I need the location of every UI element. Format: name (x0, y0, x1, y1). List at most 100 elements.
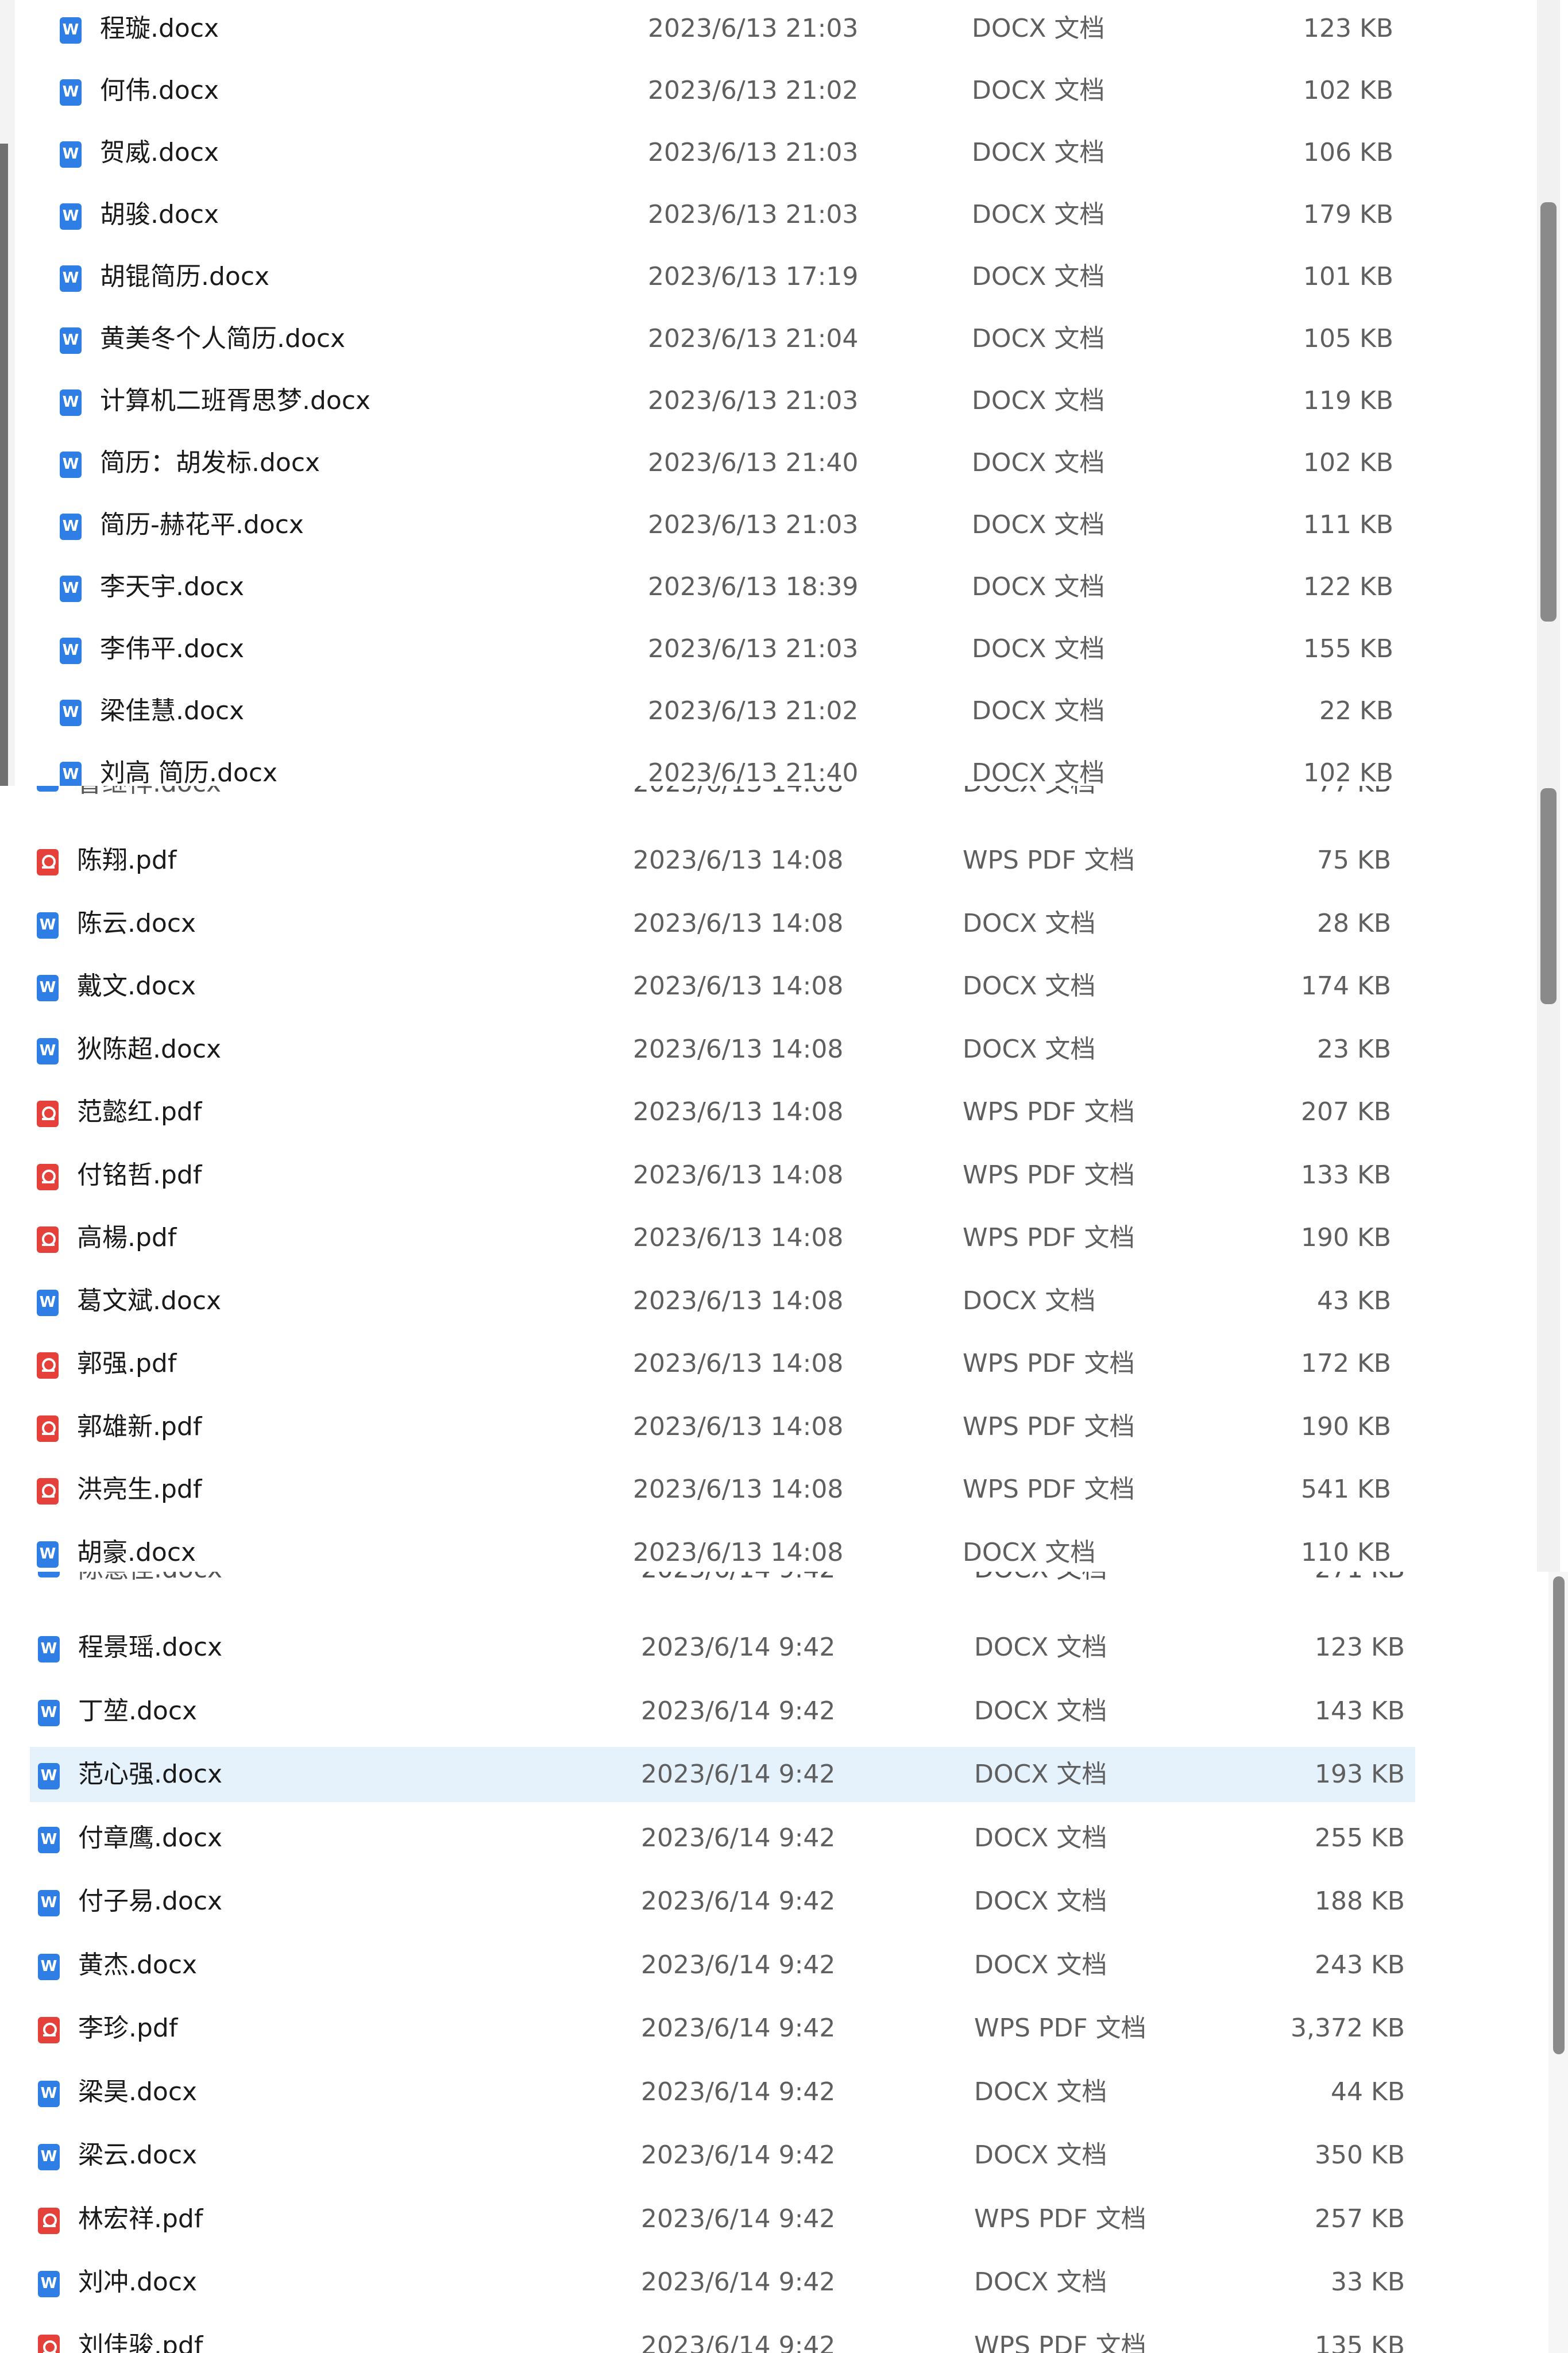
file-name[interactable]: 梁昊.docx (78, 2063, 197, 2121)
docx-icon (60, 265, 82, 292)
file-size: 135 KB (1314, 2331, 1405, 2353)
file-name[interactable]: 郭强.pdf (77, 1335, 176, 1392)
file-row[interactable]: 何伟.docx 2023/6/13 21:02 DOCX 文档 102 KB (0, 62, 1568, 119)
file-date: 2023/6/14 9:42 (641, 2013, 836, 2043)
file-row[interactable]: 梁云.docx 2023/6/14 9:42 DOCX 文档 350 KB (0, 2127, 1568, 2184)
file-name[interactable]: 简历-赫花平.docx (100, 496, 304, 554)
file-row[interactable]: 付铭哲.pdf 2023/6/13 14:08 WPS PDF 文档 133 KB (0, 1147, 1568, 1204)
file-row[interactable]: 范懿红.pdf 2023/6/13 14:08 WPS PDF 文档 207 KB (0, 1083, 1568, 1141)
file-name[interactable]: 狄陈超.docx (77, 1021, 221, 1078)
file-name[interactable]: 梁云.docx (78, 2127, 197, 2184)
file-name[interactable]: 李珍.pdf (78, 2000, 177, 2057)
file-name[interactable]: 刘高 简历.docx (100, 745, 277, 786)
file-name[interactable]: 黄美冬个人简历.docx (100, 310, 345, 368)
file-name[interactable]: 梁佳慧.docx (100, 682, 244, 740)
file-row[interactable]: 胡豪.docx 2023/6/13 14:08 DOCX 文档 110 KB (0, 1524, 1568, 1572)
file-name[interactable]: 付章鹰.docx (78, 1810, 222, 1867)
file-name[interactable]: 陈翔.pdf (77, 832, 176, 889)
file-row[interactable]: 丁堃.docx 2023/6/14 9:42 DOCX 文档 143 KB (0, 1683, 1568, 1740)
file-name[interactable]: 黄杰.docx (78, 1937, 197, 1994)
docx-icon (37, 1541, 59, 1568)
file-name[interactable]: 林宏祥.pdf (78, 2190, 203, 2248)
file-name[interactable]: 何伟.docx (100, 62, 219, 119)
file-row[interactable]: 李珍.pdf 2023/6/14 9:42 WPS PDF 文档 3,372 KB (0, 2000, 1568, 2057)
docx-icon (38, 1699, 60, 1726)
docx-icon (60, 762, 82, 786)
file-row[interactable]: 高楊.pdf 2023/6/13 14:08 WPS PDF 文档 190 KB (0, 1209, 1568, 1267)
file-row[interactable]: 简历：胡发标.docx 2023/6/13 21:40 DOCX 文档 102 KB (0, 434, 1568, 492)
file-name[interactable]: 戴文.docx (77, 958, 196, 1015)
file-type: DOCX 文档 (974, 1572, 1107, 1587)
file-row[interactable]: 梁佳慧.docx 2023/6/13 21:02 DOCX 文档 22 KB (0, 682, 1568, 740)
file-size: 271 KB (1206, 1572, 1405, 1587)
docx-icon (60, 79, 82, 106)
file-name[interactable]: 范心强.docx (78, 1746, 222, 1803)
file-date: 2023/6/13 21:03 (648, 138, 859, 167)
file-name[interactable]: 葛文斌.docx (77, 1272, 221, 1330)
file-date: 2023/6/13 14:08 (633, 1349, 844, 1378)
file-name[interactable]: 陈云.docx (77, 895, 196, 952)
file-row[interactable]: 范心强.docx 2023/6/14 9:42 DOCX 文档 193 KB (0, 1746, 1568, 1803)
file-name[interactable]: 胡锟简历.docx (100, 248, 269, 306)
file-row[interactable]: 李伟平.docx 2023/6/13 21:03 DOCX 文档 155 KB (0, 620, 1568, 678)
file-name[interactable]: 刘佳骏.pdf (78, 2317, 203, 2353)
file-row[interactable]: 刘佳骏.pdf 2023/6/14 9:42 WPS PDF 文档 135 KB (0, 2317, 1568, 2353)
file-row[interactable]: 郭雄新.pdf 2023/6/13 14:08 WPS PDF 文档 190 KB (0, 1398, 1568, 1456)
file-name[interactable]: 程璇.docx (100, 0, 219, 57)
file-row[interactable]: 贺威.docx 2023/6/13 21:03 DOCX 文档 106 KB (0, 124, 1568, 182)
partial-row: 曹继祥.docx 2023/6/13 14:08 DOCX 文档 77 KB (0, 786, 1568, 803)
file-name[interactable]: 计算机二班胥思梦.docx (100, 372, 370, 430)
file-size: 541 KB (1300, 1475, 1391, 1504)
file-row[interactable]: 付章鹰.docx 2023/6/14 9:42 DOCX 文档 255 KB (0, 1810, 1568, 1867)
file-name[interactable]: 刘冲.docx (78, 2254, 197, 2311)
file-size: 75 KB (1316, 846, 1391, 875)
file-name[interactable]: 李天宇.docx (100, 558, 244, 616)
file-row[interactable]: 付子易.docx 2023/6/14 9:42 DOCX 文档 188 KB (0, 1873, 1568, 1930)
file-date: 2023/6/13 14:08 (633, 1097, 844, 1127)
file-type: DOCX 文档 (972, 572, 1105, 601)
file-size: 105 KB (1303, 324, 1393, 353)
file-name[interactable]: 丁堃.docx (78, 1683, 197, 1740)
file-row[interactable]: 黄杰.docx 2023/6/14 9:42 DOCX 文档 243 KB (0, 1937, 1568, 1994)
file-name: 曹继祥.docx (77, 786, 221, 801)
file-row[interactable]: 程璇.docx 2023/6/13 21:03 DOCX 文档 123 KB (0, 0, 1568, 57)
file-date: 2023/6/13 21:04 (648, 324, 859, 353)
file-name[interactable]: 郭雄新.pdf (77, 1398, 202, 1456)
file-name[interactable]: 程景瑶.docx (78, 1619, 222, 1676)
file-row[interactable]: 胡骏.docx 2023/6/13 21:03 DOCX 文档 179 KB (0, 186, 1568, 244)
file-row[interactable]: 郭强.pdf 2023/6/13 14:08 WPS PDF 文档 172 KB (0, 1335, 1568, 1392)
file-type: DOCX 文档 (972, 76, 1105, 105)
file-name[interactable]: 李伟平.docx (100, 620, 244, 678)
docx-icon (38, 1572, 60, 1577)
file-name[interactable]: 高楊.pdf (77, 1209, 176, 1267)
file-name[interactable]: 付铭哲.pdf (77, 1147, 202, 1204)
file-name[interactable]: 贺威.docx (100, 124, 219, 182)
file-row[interactable]: 刘高 简历.docx 2023/6/13 21:40 DOCX 文档 102 KB (0, 745, 1568, 786)
file-row[interactable]: 李天宇.docx 2023/6/13 18:39 DOCX 文档 122 KB (0, 558, 1568, 616)
file-name[interactable]: 付子易.docx (78, 1873, 222, 1930)
file-name[interactable]: 简历：胡发标.docx (100, 434, 320, 492)
file-row[interactable]: 胡锟简历.docx 2023/6/13 17:19 DOCX 文档 101 KB (0, 248, 1568, 306)
file-row[interactable]: 林宏祥.pdf 2023/6/14 9:42 WPS PDF 文档 257 KB (0, 2190, 1568, 2248)
file-row[interactable]: 梁昊.docx 2023/6/14 9:42 DOCX 文档 44 KB (0, 2063, 1568, 2121)
file-row[interactable]: 洪亮生.pdf 2023/6/13 14:08 WPS PDF 文档 541 KB (0, 1461, 1568, 1518)
file-row[interactable]: 黄美冬个人简历.docx 2023/6/13 21:04 DOCX 文档 105 KB (0, 310, 1568, 368)
docx-icon (37, 786, 59, 792)
file-type: DOCX 文档 (963, 1034, 1096, 1064)
file-row[interactable]: 狄陈超.docx 2023/6/13 14:08 DOCX 文档 23 KB (0, 1021, 1568, 1078)
file-row[interactable]: 程景瑶.docx 2023/6/14 9:42 DOCX 文档 123 KB (0, 1619, 1568, 1676)
file-row[interactable]: 戴文.docx 2023/6/13 14:08 DOCX 文档 174 KB (0, 958, 1568, 1015)
file-row[interactable]: 葛文斌.docx 2023/6/13 14:08 DOCX 文档 43 KB (0, 1272, 1568, 1330)
file-name[interactable]: 洪亮生.pdf (77, 1461, 202, 1518)
file-type: DOCX 文档 (972, 14, 1105, 43)
file-size: 174 KB (1300, 971, 1391, 1001)
file-name[interactable]: 范懿红.pdf (77, 1083, 202, 1141)
file-row[interactable]: 陈云.docx 2023/6/13 14:08 DOCX 文档 28 KB (0, 895, 1568, 952)
file-row[interactable]: 计算机二班胥思梦.docx 2023/6/13 21:03 DOCX 文档 119 K… (0, 372, 1568, 430)
file-name[interactable]: 胡豪.docx (77, 1524, 196, 1572)
file-name[interactable]: 胡骏.docx (100, 186, 219, 244)
file-type: DOCX 文档 (963, 1537, 1096, 1567)
file-row[interactable]: 简历-赫花平.docx 2023/6/13 21:03 DOCX 文档 111 KB (0, 496, 1568, 554)
file-row[interactable]: 陈翔.pdf 2023/6/13 14:08 WPS PDF 文档 75 KB (0, 832, 1568, 889)
file-row[interactable]: 刘冲.docx 2023/6/14 9:42 DOCX 文档 33 KB (0, 2254, 1568, 2311)
